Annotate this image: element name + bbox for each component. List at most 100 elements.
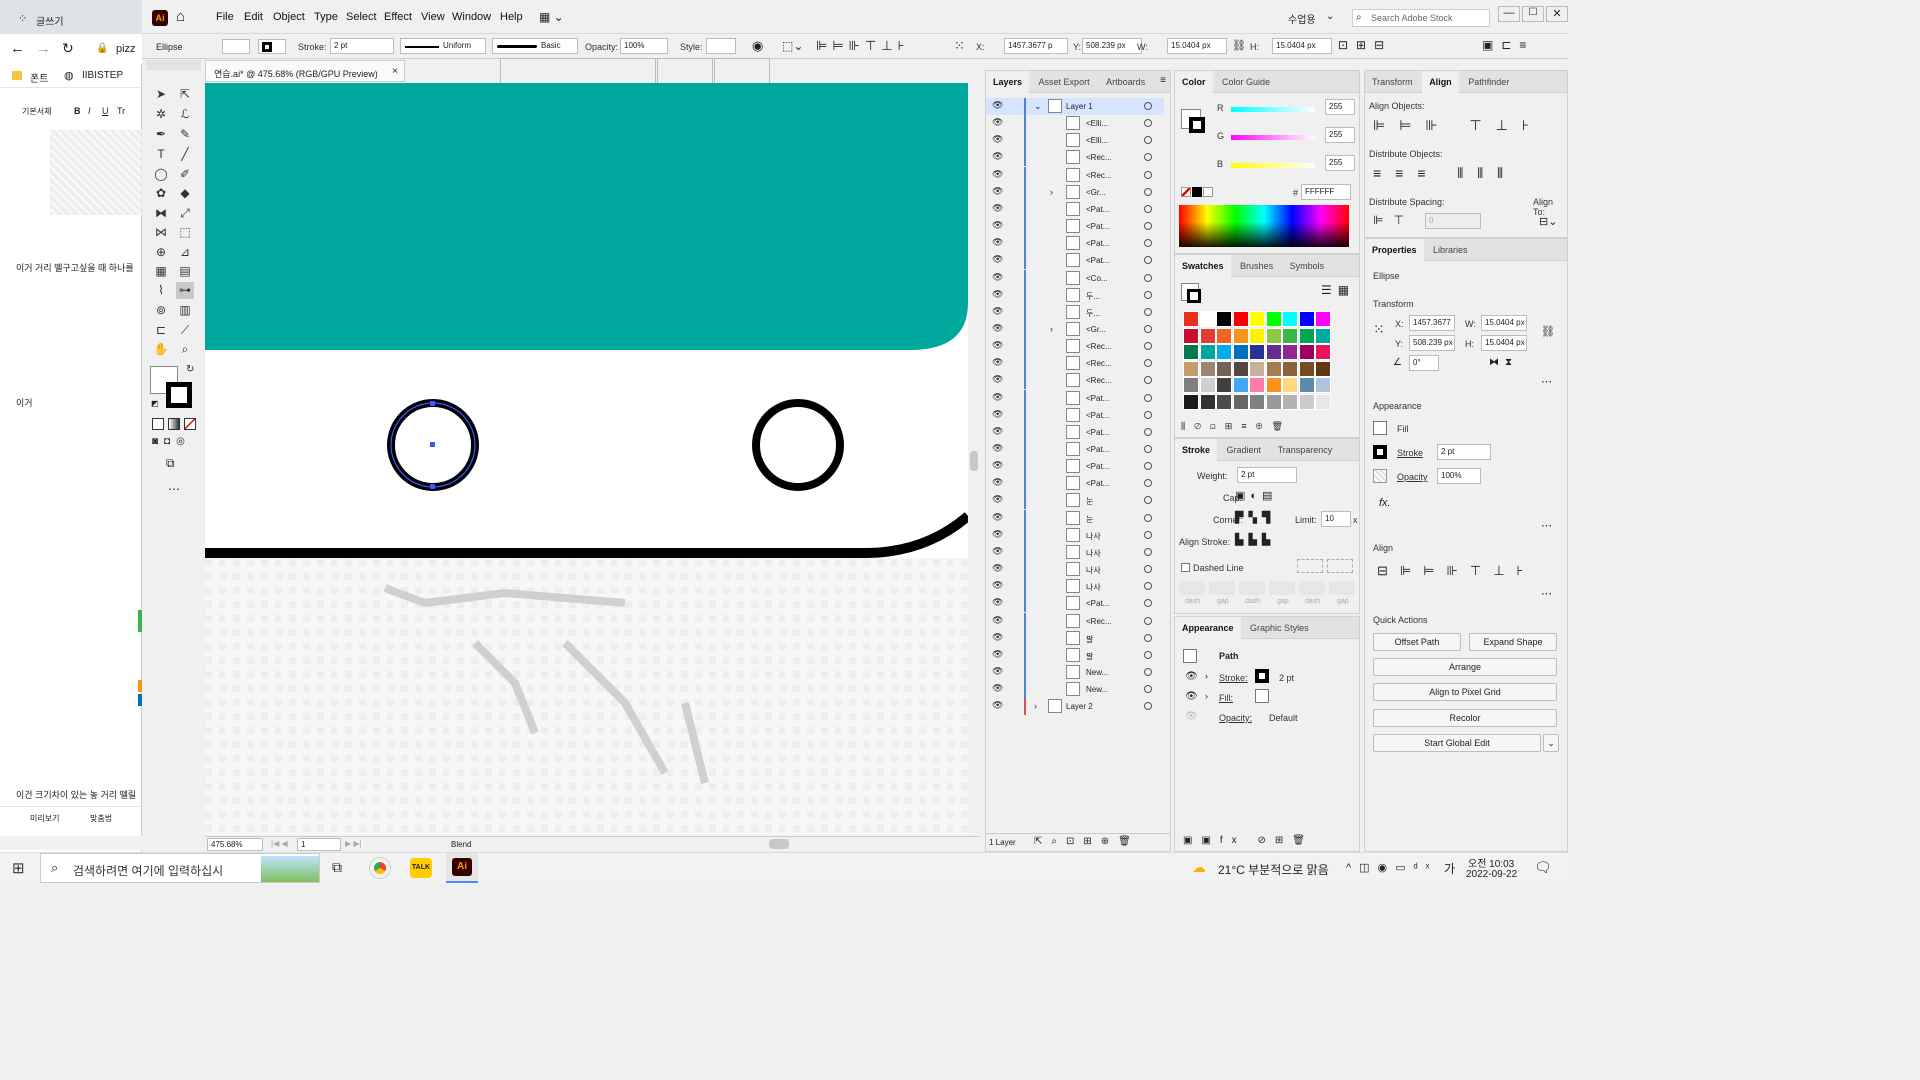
layer-row[interactable]: 👁 <Pat... [986,252,1164,270]
layer-name[interactable]: <Pat... [1086,239,1109,248]
eye-icon[interactable]: 👁 [1185,671,1198,682]
visibility-eye-icon[interactable]: 👁 [992,563,1003,574]
color-swatch[interactable] [1183,377,1199,393]
flip-icons[interactable]: ⧓⧗ [1489,357,1518,368]
color-spectrum[interactable] [1179,205,1349,247]
target-circle-icon[interactable] [1144,136,1152,145]
more-options-icon[interactable]: ⋯ [1541,375,1552,388]
color-swatch[interactable] [1265,327,1282,344]
visibility-eye-icon[interactable]: 👁 [992,237,1003,248]
weather-text[interactable]: 21°C 부분적으로 맑음 [1218,861,1329,878]
graph-tool-icon[interactable]: ▥ [176,302,194,319]
layer-name[interactable]: 나사 [1086,548,1101,559]
visibility-eye-icon[interactable]: 👁 [992,426,1003,437]
color-swatch[interactable] [1249,311,1265,327]
target-circle-icon[interactable] [1144,633,1152,642]
draw-mode-icons[interactable]: ◙◘◎ [152,436,191,447]
color-swatch[interactable] [1249,344,1265,360]
color-swatch[interactable] [1298,327,1315,344]
taskbar-search[interactable]: ⌕ 검색하려면 여기에 입력하십시 [40,853,320,883]
close-button[interactable]: ✕ [1546,6,1568,22]
artboard-tool-icon[interactable]: ⊏ [152,322,170,339]
color-swatch[interactable] [1216,393,1232,410]
more-tools-icon[interactable]: ⋯ [168,482,180,496]
h-scroll-thumb[interactable] [769,839,789,849]
bookmark-iibistep[interactable]: IIBISTEP [82,70,123,81]
tab-appearance[interactable]: Appearance [1175,617,1241,639]
swatch-stroke-box[interactable] [1187,289,1201,303]
appearance-fill-label[interactable]: Fill: [1219,693,1233,703]
home-icon[interactable]: ⌂ [176,8,185,25]
layer-name[interactable]: <Rec... [1086,342,1112,351]
bookmark-fonts[interactable]: 폰트 [30,70,48,85]
prop-stroke-label[interactable]: Stroke [1397,448,1423,458]
color-swatch[interactable] [1183,327,1199,344]
chevron-down-icon[interactable]: ⌄ [1326,11,1334,22]
h-input[interactable]: 15.0404 px [1272,38,1332,54]
color-swatch[interactable] [1315,327,1331,344]
teal-top-shape[interactable] [205,83,968,350]
layer-row[interactable]: 👁 두... [986,303,1164,321]
appearance-opacity-label[interactable]: Opacity: [1219,713,1252,723]
visibility-eye-icon[interactable]: 👁 [992,632,1003,643]
target-circle-icon[interactable] [1144,462,1152,471]
clock-time[interactable]: 오전 10:03 [1468,855,1514,870]
opacity-input[interactable]: 100% [620,38,668,54]
layer-name[interactable]: New... [1086,668,1108,677]
prop-y-input[interactable]: 508.239 px [1409,335,1455,351]
mesh-tool-icon[interactable]: ▦ [152,263,170,280]
layer-name[interactable]: New... [1086,685,1108,694]
target-circle-icon[interactable] [1144,204,1152,213]
visibility-eye-icon[interactable]: 👁 [992,134,1003,145]
layer-row[interactable]: 👁 <Elli... [986,115,1164,133]
menu-file[interactable]: File [216,11,234,23]
layer-row[interactable]: 👁 <Pat... [986,406,1164,424]
swatch-action-icons[interactable]: ⫼⊘⊡⊞≡⊕🗑 [1181,421,1292,432]
layer-row[interactable]: 👁 나사 [986,543,1164,561]
url-bar[interactable]: pizz [116,43,136,55]
target-circle-icon[interactable] [1144,582,1152,591]
visibility-eye-icon[interactable]: 👁 [992,357,1003,368]
color-swatch[interactable] [1298,393,1315,410]
brush-definition[interactable]: Basic [492,38,578,54]
prop-stroke-input[interactable]: 2 pt [1437,444,1491,460]
visibility-eye-icon[interactable]: 👁 [992,529,1003,540]
color-swatch[interactable] [1265,377,1282,393]
prop-opacity-input[interactable]: 100% [1437,468,1481,484]
layer-row[interactable]: 👁 팔 [986,646,1164,664]
dashed-checkbox[interactable] [1181,563,1190,572]
color-swatch[interactable] [1249,377,1265,393]
align-stroke-icons[interactable]: ▙▙▙ [1235,533,1275,546]
layer-name[interactable]: <Rec... [1086,617,1112,626]
tab-color-guide[interactable]: Color Guide [1215,71,1277,93]
zoom-level[interactable]: 475.68% [207,838,263,851]
target-circle-icon[interactable] [1144,599,1152,608]
layer-name[interactable]: Layer 2 [1066,702,1093,711]
visibility-eye-icon[interactable]: 👁 [992,409,1003,420]
scale-tool-icon[interactable]: ⤢ [176,205,194,222]
arrange-icons[interactable]: ▣⊏≡ [1482,38,1534,52]
layer-name[interactable]: <Pat... [1086,599,1109,608]
color-stroke-box[interactable] [1189,117,1205,133]
menu-type[interactable]: Type [314,11,338,23]
zoom-tool-icon[interactable]: ⌕ [176,341,194,358]
layer-row[interactable]: 👁 나사 [986,526,1164,544]
layer-action-icons[interactable]: ⇱⌕⊡⊞⊕🗑 [1034,836,1140,847]
transform-icons[interactable]: ⊡⊞⊟ [1338,38,1392,52]
tab-properties[interactable]: Properties [1365,239,1424,261]
layer-row[interactable]: 👁 <Rec... [986,338,1164,356]
dash-align-icon[interactable] [1297,559,1323,573]
cap-icons[interactable]: ▣◐▤ [1235,489,1277,502]
weight-input[interactable]: 2 pt [1237,467,1297,483]
color-swatch[interactable] [1199,393,1216,410]
minimize-button[interactable]: — [1498,6,1520,22]
visibility-eye-icon[interactable]: 👁 [992,151,1003,162]
stroke-swatch[interactable] [258,39,286,54]
dash-corner-icon[interactable] [1327,559,1353,573]
type-tool-icon[interactable]: T [152,146,170,163]
color-swatch[interactable] [1315,393,1331,410]
w-input[interactable]: 15.0404 px [1167,38,1227,54]
layer-name[interactable]: 팔 [1086,634,1093,645]
layer-name[interactable]: <Co... [1086,274,1108,283]
screen-mode-icon[interactable]: ⧉ [166,456,175,471]
